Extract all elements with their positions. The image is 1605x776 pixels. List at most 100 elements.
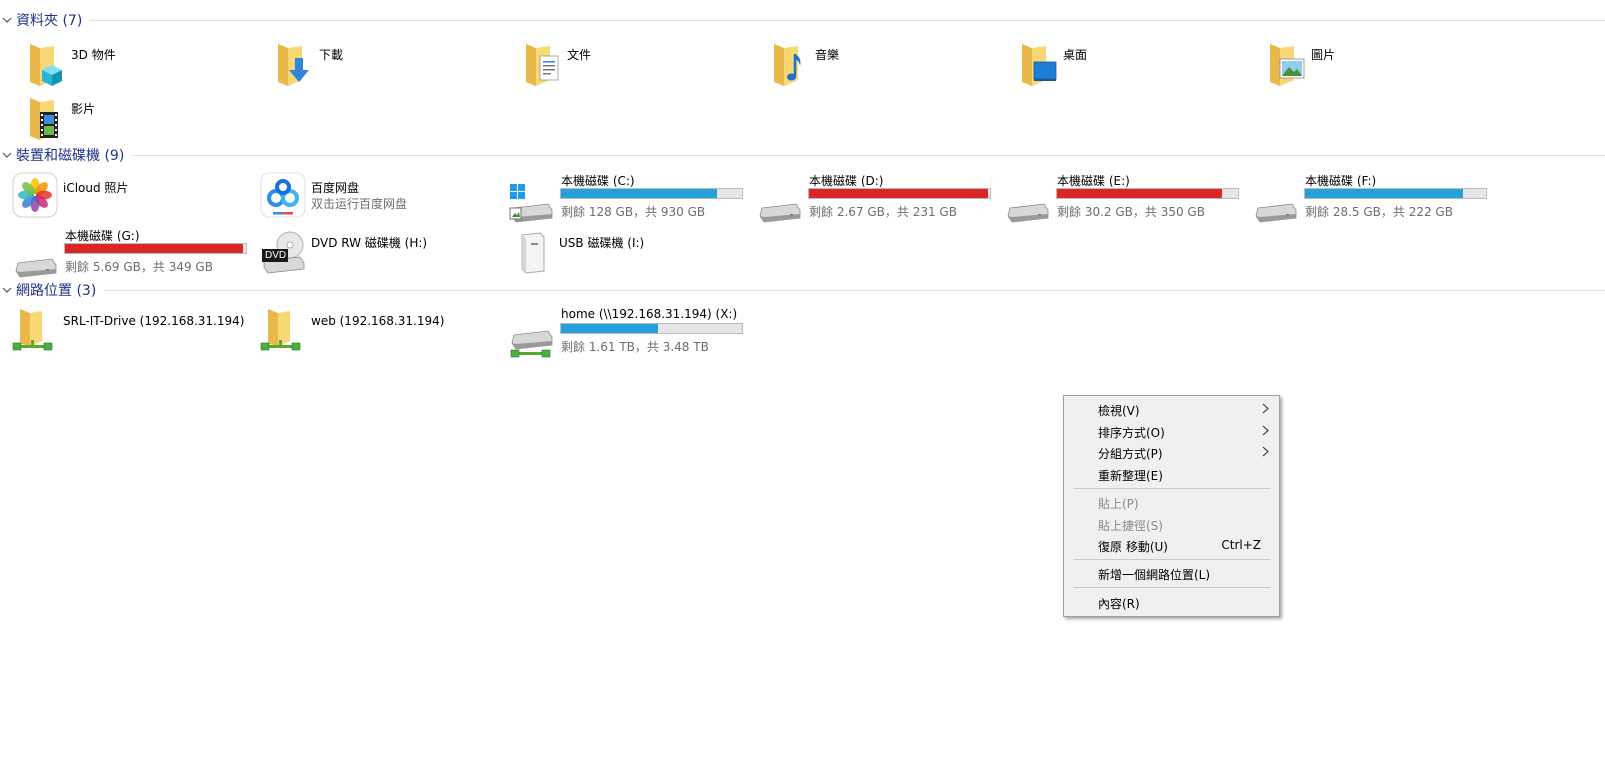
folder-name: 圖片 (1311, 48, 1336, 62)
hard-drive-icon (1007, 203, 1049, 223)
drive-usage-fill (65, 244, 244, 253)
drive-usage-fill (809, 189, 988, 198)
section-header-devices[interactable]: 裝置和磁碟機 (9) (0, 144, 1605, 166)
drive-h-dvd[interactable]: DVD DVD RW 磁碟機 (H:) (248, 227, 494, 281)
menu-separator (1074, 559, 1270, 560)
menu-item-label: 復原 移動(U) (1098, 540, 1168, 554)
hard-drive-icon (15, 258, 57, 278)
menu-separator (1074, 587, 1270, 588)
menu-item-label: 貼上捷徑(S) (1098, 519, 1163, 533)
menu-item-label: 貼上(P) (1098, 497, 1139, 511)
music-folder-icon (774, 44, 801, 86)
device-icloud-photos[interactable]: iCloud 照片 (0, 172, 246, 226)
drive-name: USB 磁碟機 (I:) (559, 236, 645, 250)
menu-item-label: 內容(R) (1098, 597, 1140, 611)
folder-desktop[interactable]: 桌面 (998, 38, 1244, 92)
drive-name: 本機磁碟 (E:) (1057, 174, 1130, 188)
drive-usage-fill (561, 324, 659, 333)
desktop-folder-icon (1022, 44, 1057, 86)
drive-usage-fill (561, 189, 718, 198)
drive-name: 本機磁碟 (D:) (809, 174, 884, 188)
drive-e[interactable]: 本機磁碟 (E:) 剩餘 30.2 GB，共 350 GB (992, 172, 1239, 226)
folder-name: 3D 物件 (71, 48, 116, 62)
section-header-folders[interactable]: 資料夾 (7) (0, 9, 1605, 31)
device-baidu-netdisk[interactable]: 百度网盘 双击运行百度网盘 (248, 172, 494, 226)
folder-name: 桌面 (1063, 48, 1088, 62)
3d-objects-folder-icon (30, 44, 62, 86)
folder-name: 音樂 (815, 48, 840, 62)
drive-d[interactable]: 本機磁碟 (D:) 剩餘 2.67 GB，共 231 GB (744, 172, 991, 226)
drive-usage-bar (1304, 188, 1487, 199)
drive-usage-bar (560, 188, 743, 199)
drive-usage-bar (560, 323, 743, 334)
context-menu: 檢視(V) 排序方式(O) 分組方式(P) 重新整理(E) 貼上(P) 貼上捷徑… (1063, 395, 1280, 617)
network-location-name: SRL-IT-Drive (192.168.31.194) (63, 314, 245, 328)
folder-downloads[interactable]: 下載 (254, 38, 500, 92)
device-name: iCloud 照片 (63, 181, 129, 195)
chevron-right-icon (1262, 403, 1269, 414)
downloads-folder-icon (278, 44, 309, 86)
drive-free-space: 剩餘 5.69 GB，共 349 GB (65, 260, 213, 274)
network-location-name: web (192.168.31.194) (311, 314, 445, 328)
menu-item-label: 檢視(V) (1098, 404, 1140, 418)
drive-usage-bar (64, 243, 247, 254)
menu-separator (1074, 488, 1270, 489)
chevron-right-icon (1262, 425, 1269, 436)
chevron-right-icon (1262, 446, 1269, 457)
menu-item-sort[interactable]: 排序方式(O) (1064, 420, 1279, 442)
menu-item-properties[interactable]: 內容(R) (1064, 591, 1279, 613)
folder-name: 文件 (567, 48, 592, 62)
drive-usage-fill (1305, 189, 1463, 198)
device-subtitle: 双击运行百度网盘 (311, 197, 408, 211)
drive-usage-bar (808, 188, 991, 199)
menu-item-undo[interactable]: 復原 移動(U) Ctrl+Z (1064, 534, 1279, 556)
drive-usage-bar (1056, 188, 1239, 199)
menu-item-add-network-location[interactable]: 新增一個網路位置(L) (1064, 562, 1279, 584)
drive-f[interactable]: 本機磁碟 (F:) 剩餘 28.5 GB，共 222 GB (1240, 172, 1487, 226)
network-web[interactable]: web (192.168.31.194) (248, 307, 494, 361)
drive-g[interactable]: 本機磁碟 (G:) 剩餘 5.69 GB，共 349 GB (0, 227, 247, 281)
section-title: 資料夾 (7) (16, 13, 83, 29)
drive-free-space: 剩餘 128 GB，共 930 GB (561, 205, 706, 219)
folder-pictures[interactable]: 圖片 (1246, 38, 1492, 92)
menu-item-group[interactable]: 分組方式(P) (1064, 441, 1279, 463)
drive-name: DVD RW 磁碟機 (H:) (311, 236, 428, 250)
folder-documents[interactable]: 文件 (502, 38, 748, 92)
section-divider (132, 154, 1605, 156)
section-header-network[interactable]: 網路位置 (3) (0, 279, 1605, 301)
drive-name: home (\\192.168.31.194) (X:) (561, 307, 738, 321)
section-divider (104, 289, 1605, 291)
menu-item-label: 排序方式(O) (1098, 426, 1165, 440)
folder-name: 影片 (71, 102, 96, 116)
menu-item-view[interactable]: 檢視(V) (1064, 398, 1279, 420)
drive-free-space: 剩餘 30.2 GB，共 350 GB (1057, 205, 1205, 219)
drive-i-usb[interactable]: USB 磁碟機 (I:) (496, 227, 742, 281)
drive-name: 本機磁碟 (F:) (1305, 174, 1377, 188)
chevron-down-icon[interactable] (0, 144, 14, 166)
documents-folder-icon (526, 44, 559, 86)
folder-videos[interactable]: 影片 (6, 92, 252, 146)
menu-item-paste[interactable]: 貼上(P) (1064, 491, 1279, 513)
dvd-badge: DVD (265, 250, 287, 261)
videos-folder-icon (30, 98, 58, 140)
menu-item-label: 分組方式(P) (1098, 447, 1163, 461)
chevron-down-icon[interactable] (0, 279, 14, 301)
chevron-down-icon[interactable] (0, 9, 14, 31)
device-name: 百度网盘 (311, 181, 360, 195)
folder-music[interactable]: 音樂 (750, 38, 996, 92)
system-drive-icon (509, 184, 553, 223)
menu-item-label: 新增一個網路位置(L) (1098, 568, 1211, 582)
network-srl-it-drive[interactable]: SRL-IT-Drive (192.168.31.194) (0, 307, 246, 361)
drive-free-space: 剩餘 28.5 GB，共 222 GB (1305, 205, 1453, 219)
menu-item-shortcut: Ctrl+Z (1221, 538, 1261, 552)
drive-c[interactable]: 本機磁碟 (C:) 剩餘 128 GB，共 930 GB (496, 172, 743, 226)
drive-name: 本機磁碟 (C:) (561, 174, 635, 188)
network-home-x[interactable]: home (\\192.168.31.194) (X:) 剩餘 1.61 TB，… (496, 307, 743, 361)
menu-item-paste-shortcut[interactable]: 貼上捷徑(S) (1064, 513, 1279, 535)
menu-item-label: 重新整理(E) (1098, 469, 1163, 483)
hard-drive-icon (1255, 203, 1297, 223)
usb-drive-icon (521, 232, 545, 274)
menu-item-refresh[interactable]: 重新整理(E) (1064, 463, 1279, 485)
folder-3d-objects[interactable]: 3D 物件 (6, 38, 252, 92)
baidu-netdisk-icon (260, 172, 306, 218)
